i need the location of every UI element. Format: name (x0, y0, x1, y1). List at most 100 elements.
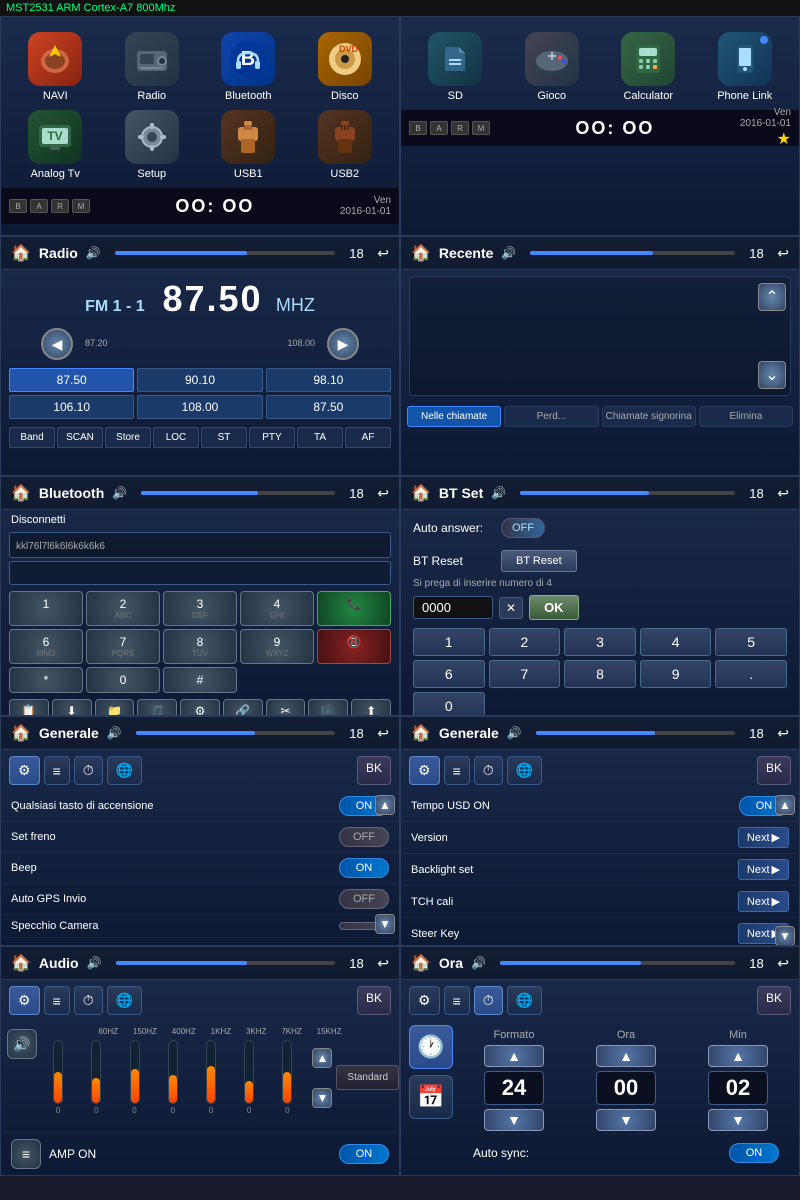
launcher-icon-radio[interactable]: Radio (108, 32, 197, 102)
back-icon-bt[interactable]: ↩ (377, 485, 389, 502)
eq-slider-1k[interactable]: 0 (156, 1040, 190, 1115)
launcher-icon-calculator[interactable]: Calculator (604, 32, 693, 102)
ora-cal-btn[interactable]: 📅 (409, 1075, 453, 1119)
tab-sliders-r[interactable]: ≡ (444, 756, 470, 785)
tab-clock[interactable]: ⏱ (74, 756, 103, 785)
vol-slider-radio[interactable] (115, 251, 336, 255)
tab-globe[interactable]: 🌐 (107, 756, 142, 785)
home-icon-bt[interactable]: 🏠 (11, 483, 31, 503)
radio-icon[interactable] (125, 32, 179, 86)
bt-call-btn[interactable]: 📞 (317, 591, 391, 626)
scroll-down-rec[interactable]: ⌄ (758, 361, 786, 389)
scroll-down-genleft[interactable]: ▼ (375, 914, 395, 934)
btset-key-9[interactable]: 9 (640, 660, 712, 688)
bt-key-0[interactable]: 0 (86, 667, 160, 693)
btset-key-0[interactable]: 0 (413, 692, 485, 716)
back-icon-radio[interactable]: ↩ (377, 245, 389, 262)
bt-action-7[interactable]: ✂ (266, 699, 306, 716)
bt-action-2[interactable]: ⬇ (52, 699, 92, 716)
home-icon-rec[interactable]: 🏠 (411, 243, 431, 263)
launcher-icon-usb2[interactable]: USB2 (301, 110, 390, 180)
bt-key-3[interactable]: 3DEF (163, 591, 237, 626)
eq-scroll-up[interactable]: ▲ (312, 1048, 332, 1068)
preset-2[interactable]: 98.10 (266, 368, 391, 392)
back-icon-ora[interactable]: ↩ (777, 955, 789, 972)
back-icon-rec[interactable]: ↩ (777, 245, 789, 262)
btset-ok-btn[interactable]: OK (529, 595, 579, 620)
vol-slider-rec[interactable] (530, 251, 735, 255)
scroll-up-rec[interactable]: ⌃ (758, 283, 786, 311)
btset-key-8[interactable]: 8 (564, 660, 636, 688)
vol-slider-genleft[interactable] (136, 731, 335, 735)
bt-key-9[interactable]: 9WXYZ (240, 629, 314, 664)
eq-slider-150[interactable]: 0 (79, 1040, 113, 1115)
tab-bk-r[interactable]: BK (757, 756, 791, 785)
btset-pin-input[interactable]: 0000 (413, 596, 493, 619)
navi-icon[interactable] (28, 32, 82, 86)
bt-key-2[interactable]: 2ABC (86, 591, 160, 626)
scroll-up-genleft[interactable]: ▲ (375, 795, 395, 815)
home-icon-audio[interactable]: 🏠 (11, 953, 31, 973)
store-btn[interactable]: Store (105, 427, 151, 448)
back-icon-genleft[interactable]: ↩ (377, 725, 389, 742)
formato-down[interactable]: ▼ (484, 1109, 544, 1131)
tab-gear[interactable]: ⚙ (9, 756, 40, 785)
vol-slider-audio[interactable] (116, 961, 336, 965)
band-btn[interactable]: Band (9, 427, 55, 448)
bt-action-8[interactable]: 🎼 (308, 699, 348, 716)
launcher-icon-disco[interactable]: DVD Disco (301, 32, 390, 102)
vol-icon-radio[interactable]: 🔊 (86, 246, 101, 260)
eq-scroll-down[interactable]: ▼ (312, 1088, 332, 1108)
btset-key-4[interactable]: 4 (640, 628, 712, 656)
audio-tab-gear[interactable]: ⚙ (9, 986, 40, 1015)
pty-btn[interactable]: PTY (249, 427, 295, 448)
launcher-icon-setup[interactable]: Setup (108, 110, 197, 180)
tab-chiamate-sig[interactable]: Chiamate signorina (602, 406, 696, 427)
audio-tab-globe[interactable]: 🌐 (107, 986, 142, 1015)
tab-perd[interactable]: Perd... (504, 406, 598, 427)
preset-0[interactable]: 87.50 (9, 368, 134, 392)
btset-key-1[interactable]: 1 (413, 628, 485, 656)
launcher-icon-sd[interactable]: SD (411, 32, 500, 102)
vol-icon-audio[interactable]: 🔊 (87, 956, 102, 970)
ora-clock-btn[interactable]: 🕐 (409, 1025, 453, 1069)
bt-action-1[interactable]: 📋 (9, 699, 49, 716)
ora-tab-bk[interactable]: BK (757, 986, 791, 1015)
bt-key-hash[interactable]: # (163, 667, 237, 693)
bt-reset-btn[interactable]: BT Reset (501, 550, 577, 572)
gioco-icon[interactable] (525, 32, 579, 86)
st-btn[interactable]: ST (201, 427, 247, 448)
launcher-icon-usb1[interactable]: USB1 (204, 110, 293, 180)
btset-key-dot[interactable]: . (715, 660, 787, 688)
scroll-down-genright[interactable]: ▼ (775, 926, 795, 946)
home-icon-genleft[interactable]: 🏠 (11, 723, 31, 743)
vol-icon-genright[interactable]: 🔊 (507, 726, 522, 740)
sd-icon[interactable] (428, 32, 482, 86)
scroll-up-genright[interactable]: ▲ (775, 795, 795, 815)
audio-tab-clock[interactable]: ⏱ (74, 986, 103, 1015)
ora-tab-globe[interactable]: 🌐 (507, 986, 542, 1015)
ora-tab-sliders[interactable]: ≡ (444, 986, 470, 1015)
bt-key-1[interactable]: 1 (9, 591, 83, 626)
home-icon-ora[interactable]: 🏠 (411, 953, 431, 973)
bt-action-5[interactable]: ⚙ (180, 699, 220, 716)
eq-slider-3k[interactable]: 0 (194, 1040, 228, 1115)
vol-slider-genright[interactable] (536, 731, 735, 735)
bt-action-3[interactable]: 📁 (95, 699, 135, 716)
calculator-icon[interactable] (621, 32, 675, 86)
eq-slider-7k[interactable]: 0 (232, 1040, 266, 1115)
back-icon-btset[interactable]: ↩ (777, 485, 789, 502)
vol-slider-bt[interactable] (141, 491, 335, 495)
preset-4[interactable]: 108.00 (137, 395, 262, 419)
tab-bk[interactable]: BK (357, 756, 391, 785)
btset-key-2[interactable]: 2 (489, 628, 561, 656)
btset-key-5[interactable]: 5 (715, 628, 787, 656)
vol-icon-genleft[interactable]: 🔊 (107, 726, 122, 740)
home-icon[interactable]: 🏠 (11, 243, 31, 263)
vol-icon-rec[interactable]: 🔊 (501, 246, 516, 260)
bt-hangup-btn[interactable]: 📵 (317, 629, 391, 664)
radio-next-btn[interactable]: ▶ (327, 328, 359, 360)
autosync-toggle[interactable]: ON (729, 1143, 779, 1163)
launcher-icon-gioco[interactable]: Gioco (508, 32, 597, 102)
preset-5[interactable]: 87.50 (266, 395, 391, 419)
